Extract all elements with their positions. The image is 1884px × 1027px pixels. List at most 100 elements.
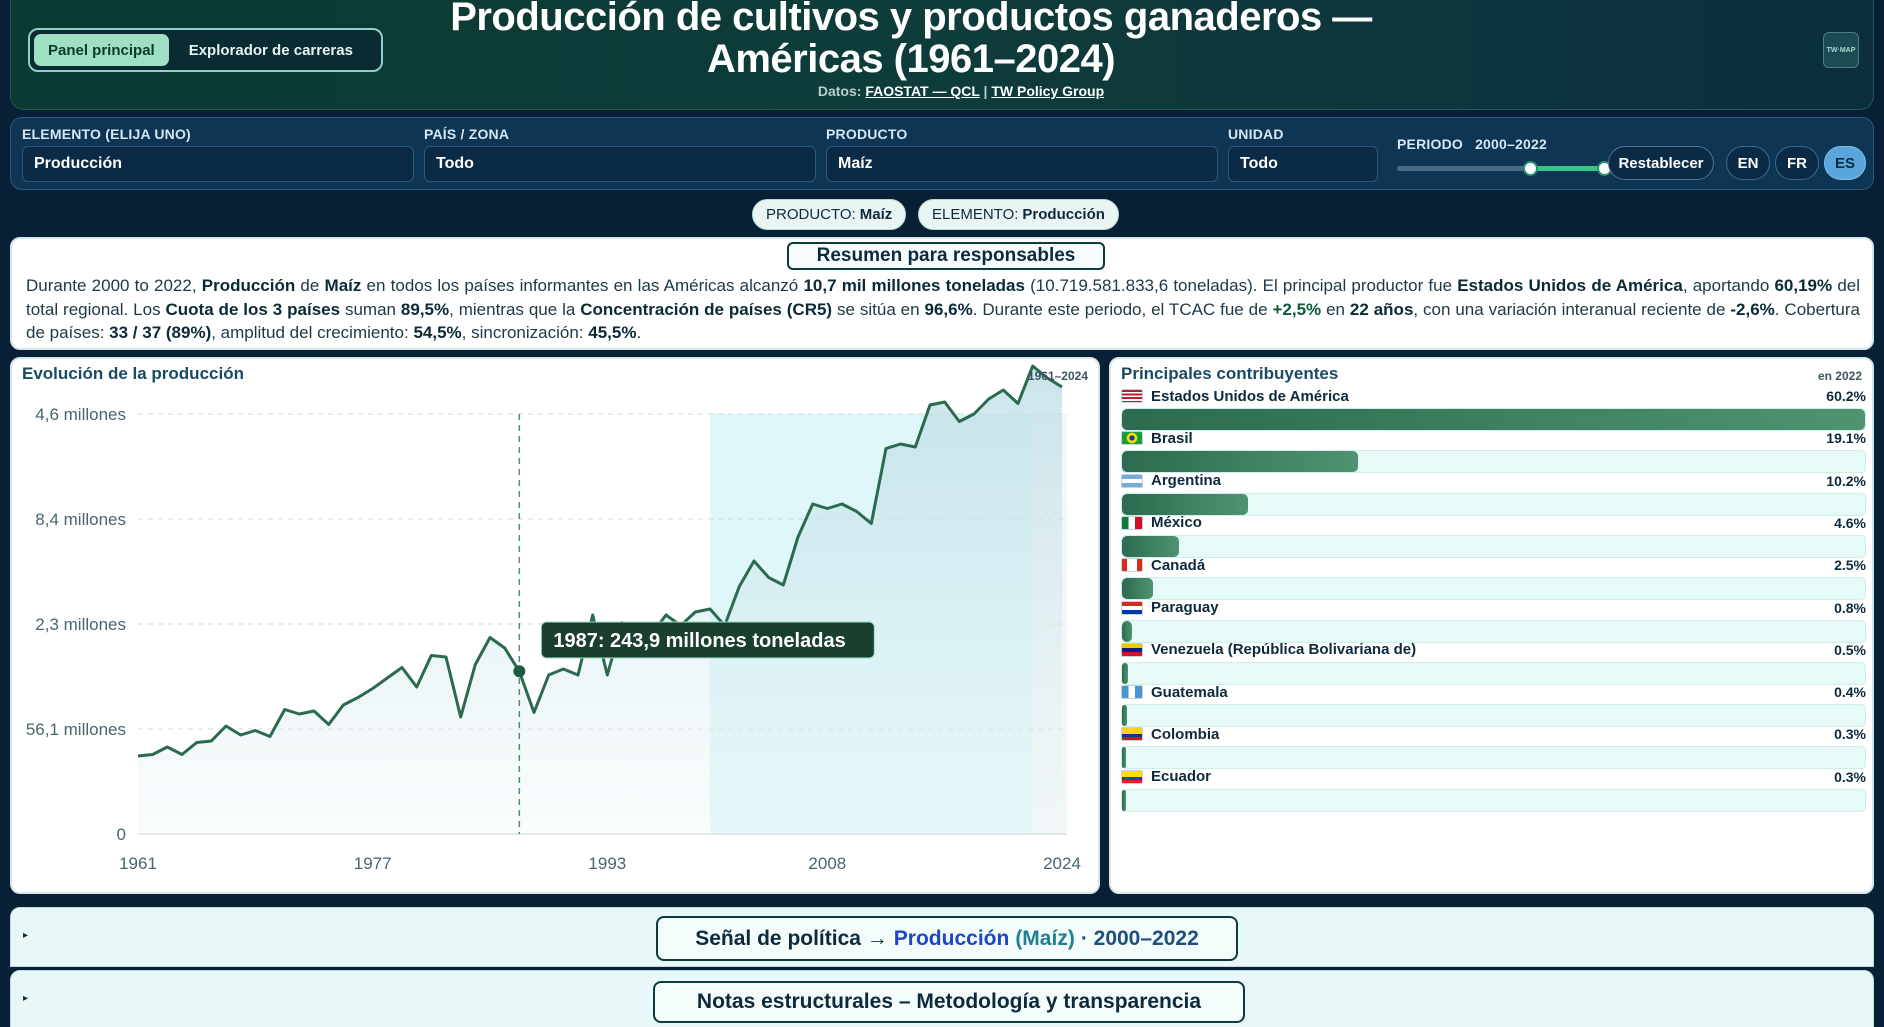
lang-es-button[interactable]: ES — [1824, 146, 1866, 180]
summary-top-producer: Estados Unidos de América — [1457, 276, 1683, 295]
ca-flag-icon — [1121, 558, 1143, 573]
contributor-name: Guatemala — [1151, 683, 1228, 701]
tooltip-label: 1987: 243,9 millones toneladas — [553, 630, 845, 652]
product-chip[interactable]: PRODUCTO: Maíz — [752, 199, 907, 230]
contributor-share: 2.5% — [1834, 557, 1866, 574]
policy-signal-product: (Maíz) — [1015, 926, 1075, 950]
product-chip-key: PRODUCTO: — [766, 206, 856, 223]
element-filter: ELEMENTO (ELIJA UNO) Producción — [22, 126, 414, 182]
expand-arrow-icon: ▸ — [23, 993, 29, 1004]
contributor-share: 0.3% — [1834, 768, 1866, 785]
summary-text-11: en — [1321, 299, 1350, 319]
summary-text-16: . — [636, 323, 642, 342]
source-separator: | — [983, 83, 988, 99]
tw-policy-link[interactable]: TW Policy Group — [991, 83, 1104, 99]
contributor-header: Estados Unidos de América 60.2% — [1121, 386, 1866, 406]
summary-top3-label: Cuota de los 3 países — [165, 299, 341, 319]
tab-panel-principal[interactable]: Panel principal — [34, 34, 169, 66]
contributor-bar-fill — [1122, 662, 1129, 684]
y-tick-label: 8,4 millones — [35, 510, 126, 529]
us-flag-icon — [1121, 389, 1143, 403]
contributor-share: 0.8% — [1834, 599, 1866, 616]
contributor-share: 10.2% — [1826, 472, 1866, 489]
gt-flag-icon — [1121, 685, 1143, 700]
view-tabs: Panel principal Explorador de carreras — [28, 28, 383, 72]
summary-text-3: en todos los países informantes en las A… — [361, 276, 804, 295]
summary-text-5: , aportando — [1682, 276, 1775, 295]
element-chip-key: ELEMENTO: — [932, 206, 1019, 223]
contributor-header: Guatemala 0.4% — [1121, 682, 1866, 702]
summary-text-15: , sincronización: — [461, 323, 589, 342]
unit-label: UNIDAD — [1228, 126, 1284, 142]
contributor-bar-fill — [1122, 620, 1132, 642]
summary-title: Resumen para responsables — [787, 242, 1105, 270]
summary-breadth: 54,5% — [413, 323, 462, 342]
br-flag-icon — [1121, 431, 1143, 446]
summary-top-share: 60,19% — [1774, 276, 1833, 295]
contributor-bar-fill — [1122, 535, 1179, 557]
y-tick-label: 4,6 millones — [35, 405, 126, 424]
production-chart[interactable]: 0 56,1 millones 2,3 millones 8,4 millones 4,… — [12, 359, 1098, 892]
x-tick-label: 1977 — [354, 854, 392, 873]
tab-explorador-carreras[interactable]: Explorador de carreras — [175, 34, 367, 66]
element-select[interactable]: Producción — [22, 146, 414, 182]
product-select[interactable]: Maíz — [826, 146, 1218, 182]
product-filter: PRODUCTO Maíz — [826, 126, 1218, 182]
period-heading: PERIODO 2000–2022 — [1397, 136, 1607, 152]
element-chip[interactable]: ELEMENTO: Producción — [918, 199, 1119, 230]
lang-en-button[interactable]: EN — [1726, 146, 1770, 180]
contributor-share: 4.6% — [1834, 514, 1866, 531]
y-tick-label: 2,3 millones — [35, 615, 126, 634]
contributor-share: 0.3% — [1834, 726, 1866, 743]
filter-bar: ELEMENTO (ELIJA UNO) Producción PAÍS / Z… — [10, 117, 1874, 190]
summary-cagr: +2,5% — [1272, 299, 1322, 319]
period-start-handle[interactable] — [1523, 161, 1539, 176]
contributor-name: Colombia — [1151, 725, 1220, 743]
ve-flag-icon — [1121, 642, 1143, 657]
period-slider[interactable] — [1397, 161, 1612, 176]
contributor-row[interactable]: Ecuador 0.3% — [1121, 767, 1866, 818]
y-tick-label: 0 — [117, 825, 126, 844]
faostat-link[interactable]: FAOSTAT — QCL — [865, 83, 979, 99]
policy-signal-period: · 2000–2022 — [1080, 926, 1199, 950]
policy-signal-accordion[interactable]: ▸ Señal de política → Producción (Maíz) … — [10, 907, 1874, 967]
unit-filter: UNIDAD Todo — [1228, 126, 1378, 182]
contributor-header: Argentina 10.2% — [1121, 471, 1866, 491]
py-flag-icon — [1121, 600, 1143, 615]
contributor-bar-fill — [1122, 789, 1127, 811]
structural-notes-accordion[interactable]: ▸ Notas estructurales – Metodología y tr… — [10, 970, 1874, 1027]
contributors-card: Principales contribuyentes en 2022 Estad… — [1109, 357, 1874, 894]
chart-title: Evolución de la producción — [22, 364, 244, 383]
summary-text-14: , amplitud del crecimiento: — [211, 323, 414, 342]
contributor-share: 0.5% — [1834, 641, 1866, 658]
period-value: 2000–2022 — [1475, 136, 1547, 152]
summary-product: Maíz — [324, 276, 362, 295]
x-tick-label: 1961 — [119, 854, 157, 873]
summary-text-4: (10.719.581.833,6 toneladas). El princip… — [1024, 276, 1458, 295]
policy-signal-title[interactable]: Señal de política → Producción (Maíz) · … — [656, 916, 1238, 961]
reset-button[interactable]: Restablecer — [1608, 146, 1714, 180]
app-header: Panel principal Explorador de carreras P… — [10, 0, 1874, 110]
y-tick-label: 56,1 millones — [26, 720, 126, 739]
country-select[interactable]: Todo — [424, 146, 816, 182]
ec-flag-icon — [1121, 769, 1143, 784]
ar-flag-icon — [1121, 473, 1143, 488]
data-prefix: Datos: — [817, 83, 862, 99]
summary-cr5-label: Concentración de países (CR5) — [580, 299, 833, 319]
summary-text: Durante 2000 to 2022, Producción de Maíz… — [26, 274, 1860, 345]
contributor-header: Paraguay 0.8% — [1121, 598, 1866, 618]
contributor-bar-track — [1121, 788, 1866, 812]
structural-notes-title[interactable]: Notas estructurales – Metodología y tran… — [653, 981, 1245, 1023]
unit-select[interactable]: Todo — [1228, 146, 1378, 182]
data-sources: Datos: FAOSTAT — QCL | TW Policy Group — [711, 83, 1211, 99]
summary-text-12: , con una variación interanual reciente … — [1413, 299, 1731, 319]
logo-icon: TW·MAP — [1823, 32, 1859, 68]
summary-text-7: suman — [340, 299, 401, 319]
page-title: Producción de cultivos y productos ganad… — [450, 0, 1372, 81]
lang-fr-button[interactable]: FR — [1775, 146, 1819, 180]
contributors-year: en 2022 — [1817, 369, 1862, 383]
co-flag-icon — [1121, 727, 1143, 742]
summary-text-2: de — [295, 276, 325, 295]
contributor-header: Canadá 2.5% — [1121, 555, 1866, 575]
country-label: PAÍS / ZONA — [424, 126, 510, 142]
